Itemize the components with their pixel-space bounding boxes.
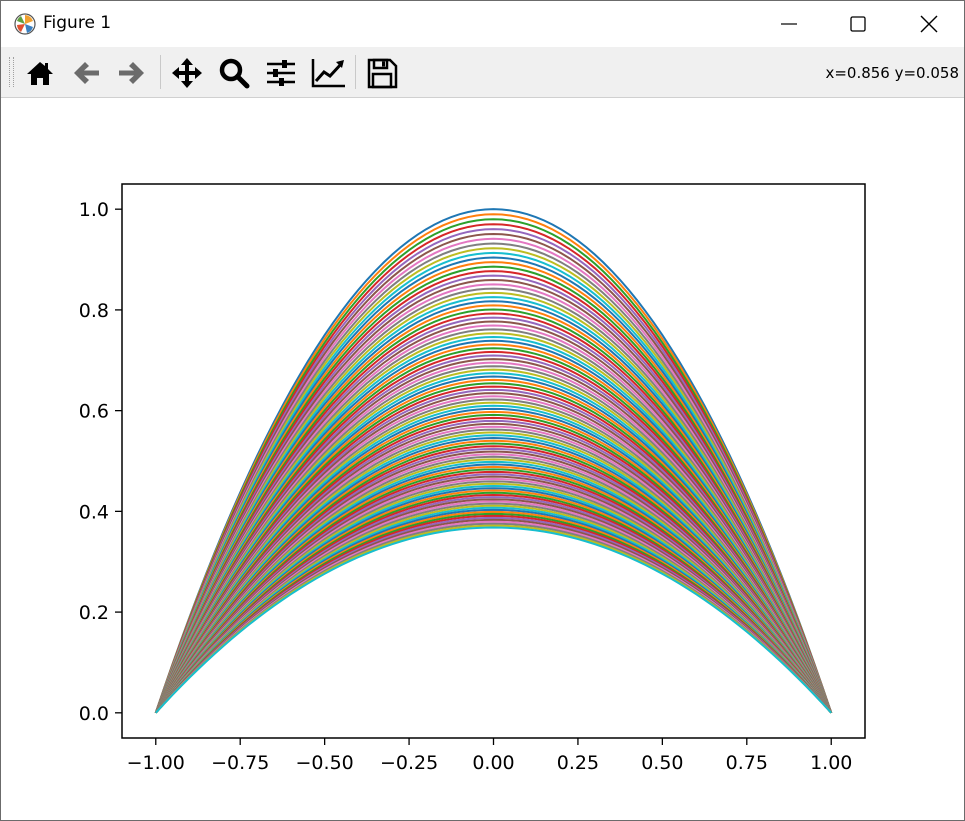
- arrow-right-icon: [119, 62, 144, 84]
- figure-window: Figure 1 x=0.856 y=0.058 −1.00 −0.75 −0.…: [0, 0, 965, 821]
- title-bar[interactable]: Figure 1: [1, 1, 964, 47]
- x-tick-label: −0.75: [211, 752, 269, 774]
- plot-area[interactable]: −1.00 −0.75 −0.50 −0.25 0.00 0.25 0.50 0.75 1.00…: [1, 98, 964, 820]
- minimize-icon: [781, 23, 797, 25]
- toolbar-separator: [160, 55, 161, 89]
- forward-button[interactable]: [114, 56, 150, 90]
- x-tick-label: −1.00: [127, 752, 185, 774]
- navigation-toolbar: x=0.856 y=0.058: [1, 47, 964, 98]
- arrow-left-icon: [74, 62, 99, 84]
- figure-canvas[interactable]: −1.00 −0.75 −0.50 −0.25 0.00 0.25 0.50 0.75 1.00…: [1, 98, 964, 820]
- minimize-button[interactable]: [766, 1, 812, 47]
- y-tick-label: 0.0: [79, 703, 109, 725]
- move-icon: [172, 58, 202, 88]
- y-tick-label: 1.0: [79, 199, 109, 221]
- save-button[interactable]: [364, 56, 400, 90]
- back-button[interactable]: [68, 56, 104, 90]
- home-button[interactable]: [22, 56, 58, 90]
- series-layer: [154, 208, 833, 714]
- x-tick-label: −0.25: [380, 752, 438, 774]
- zoom-button[interactable]: [216, 56, 252, 90]
- pan-button[interactable]: [169, 56, 205, 90]
- cursor-coordinates: x=0.856 y=0.058: [825, 64, 959, 82]
- x-tick-label: 1.00: [810, 752, 852, 774]
- close-icon: [920, 15, 938, 33]
- customize-button[interactable]: [309, 56, 345, 90]
- y-tick-label: 0.4: [79, 501, 109, 523]
- home-icon: [27, 62, 53, 85]
- x-tick-label: 0.50: [641, 752, 683, 774]
- toolbar-separator: [355, 55, 356, 89]
- y-tick-label: 0.6: [79, 401, 109, 423]
- x-tick-label: 0.75: [726, 752, 768, 774]
- sliders-icon: [267, 60, 295, 86]
- x-tick-label: 0.00: [472, 752, 514, 774]
- subplots-button[interactable]: [263, 56, 299, 90]
- line-chart-icon: [311, 59, 345, 88]
- y-axis: 0.0 0.2 0.4 0.6 0.8 1.0: [79, 199, 122, 725]
- floppy-icon: [367, 58, 398, 89]
- matplotlib-logo-icon: [14, 13, 36, 35]
- x-axis: −1.00 −0.75 −0.50 −0.25 0.00 0.25 0.50 0.75 1.00: [127, 738, 852, 774]
- maximize-icon: [850, 16, 866, 32]
- window-title: Figure 1: [43, 13, 112, 33]
- x-tick-label: −0.50: [296, 752, 354, 774]
- close-button[interactable]: [906, 1, 952, 47]
- y-tick-label: 0.2: [79, 602, 109, 624]
- y-tick-label: 0.8: [79, 300, 109, 322]
- toolbar-grip[interactable]: [9, 57, 14, 87]
- maximize-button[interactable]: [835, 1, 881, 47]
- magnifier-icon: [219, 58, 250, 89]
- x-tick-label: 0.25: [557, 752, 599, 774]
